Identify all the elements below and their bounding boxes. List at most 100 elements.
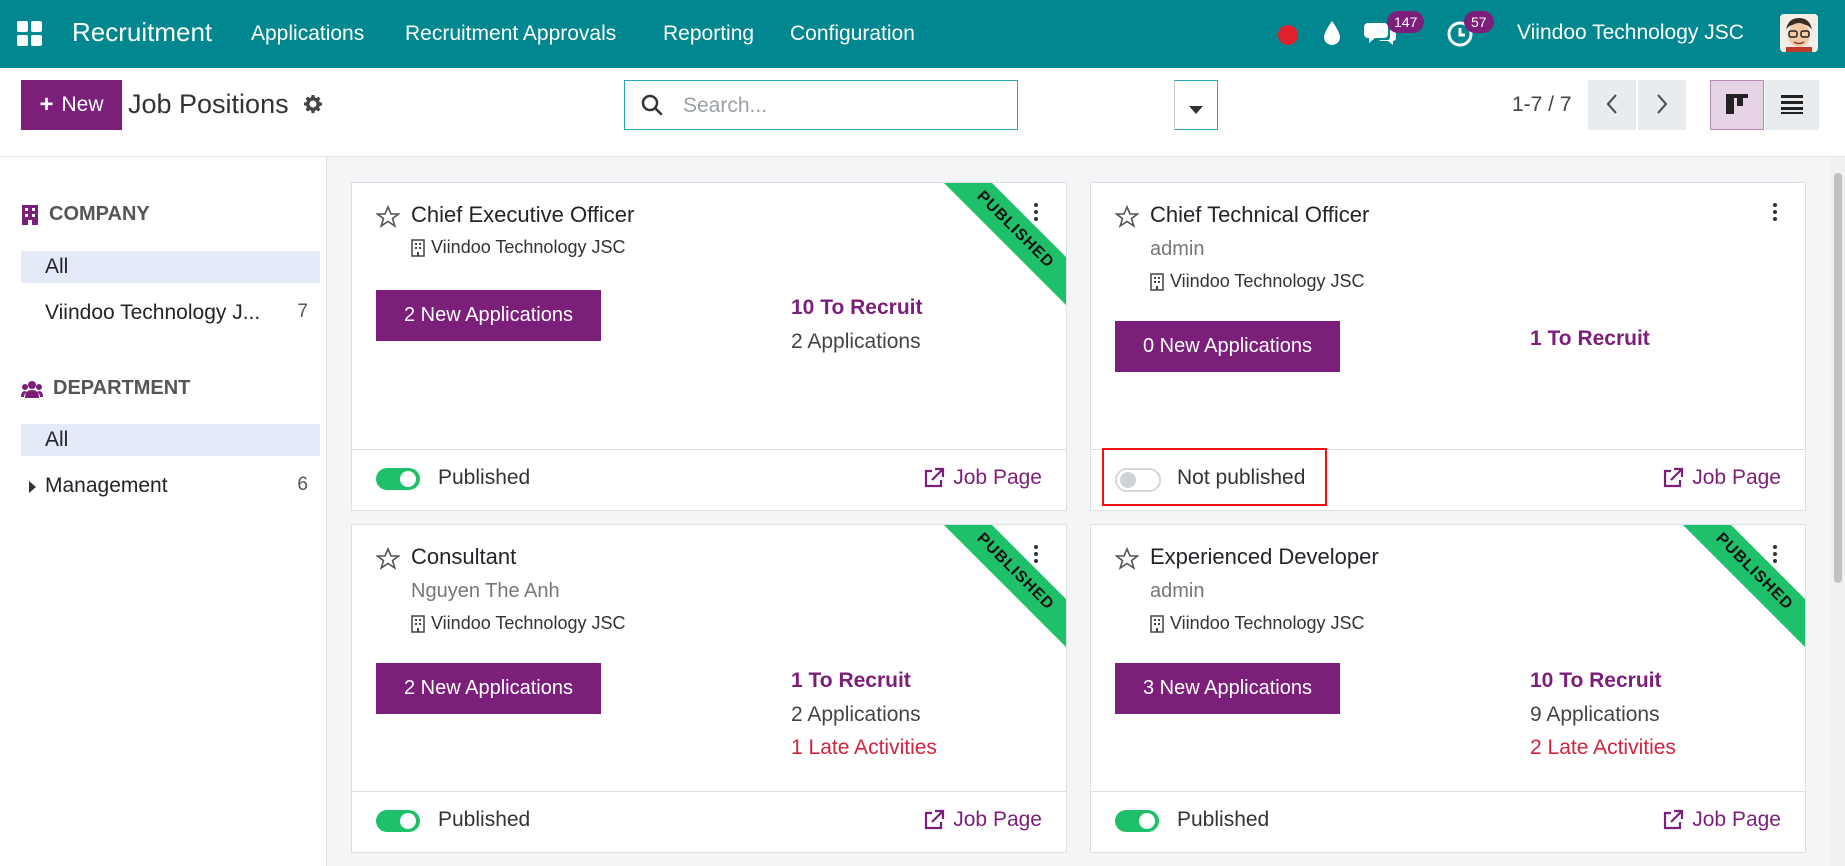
card-footer: Published Job Page xyxy=(352,791,1066,852)
menu-configuration[interactable]: Configuration xyxy=(790,22,915,46)
kanban-view-button[interactable] xyxy=(1710,80,1764,130)
building-icon xyxy=(411,614,425,633)
publish-status-label: Published xyxy=(438,808,531,831)
apps-menu-icon[interactable] xyxy=(17,21,43,47)
star-icon[interactable] xyxy=(1114,204,1140,234)
record-dot-icon[interactable] xyxy=(1277,24,1299,54)
company-filter-heading: COMPANY xyxy=(21,203,150,226)
pager-previous-button[interactable] xyxy=(1588,80,1636,130)
kebab-menu-icon[interactable] xyxy=(1034,203,1040,224)
job-card[interactable]: Chief Technical Officer admin Viindoo Te… xyxy=(1090,182,1806,511)
star-icon[interactable] xyxy=(375,204,401,234)
scrollbar-thumb[interactable] xyxy=(1834,173,1842,583)
company-name: Viindoo Technology JSC xyxy=(1170,613,1365,633)
page-title: Job Positions xyxy=(128,89,289,119)
to-recruit-link[interactable]: 1 To Recruit xyxy=(1530,327,1650,351)
applications-link[interactable]: 2 Applications xyxy=(791,703,921,727)
kanban-view: PUBLISHED Chief Executive Officer Viindo… xyxy=(327,157,1845,866)
department-filter-management[interactable]: Management 6 xyxy=(21,470,320,502)
job-card[interactable]: PUBLISHED Chief Executive Officer Viindo… xyxy=(351,182,1067,511)
new-button-label: New xyxy=(61,93,104,116)
search-options-toggle[interactable] xyxy=(1174,80,1218,130)
external-link-icon xyxy=(1664,467,1684,488)
control-panel: + New Job Positions 1-7 / 7 xyxy=(0,68,1845,157)
filter-count: 6 xyxy=(297,474,308,495)
pager-value[interactable]: 1-7 / 7 xyxy=(1512,93,1572,117)
job-page-link[interactable]: Job Page xyxy=(923,808,1042,832)
company-filter-viindoo[interactable]: Viindoo Technology J... 7 xyxy=(21,297,320,329)
publish-toggle[interactable] xyxy=(1115,810,1159,832)
job-title[interactable]: Consultant xyxy=(411,544,516,570)
new-applications-button[interactable]: 2 New Applications xyxy=(376,290,601,341)
star-icon[interactable] xyxy=(1114,546,1140,576)
new-applications-button[interactable]: 2 New Applications xyxy=(376,663,601,714)
building-icon xyxy=(1150,272,1164,291)
late-activities-link[interactable]: 1 Late Activities xyxy=(791,736,937,760)
kebab-menu-icon[interactable] xyxy=(1773,203,1779,224)
activities-count-badge: 57 xyxy=(1464,11,1494,33)
kebab-menu-icon[interactable] xyxy=(1773,545,1779,566)
department-filter-all[interactable]: All xyxy=(21,424,320,456)
to-recruit-link[interactable]: 10 To Recruit xyxy=(1530,669,1661,693)
applications-link[interactable]: 2 Applications xyxy=(791,330,921,354)
job-page-label: Job Page xyxy=(1692,808,1781,831)
menu-applications[interactable]: Applications xyxy=(251,22,364,46)
job-title[interactable]: Experienced Developer xyxy=(1150,544,1379,570)
water-drop-icon[interactable] xyxy=(1322,20,1342,50)
to-recruit-link[interactable]: 1 To Recruit xyxy=(791,669,911,693)
job-page-label: Job Page xyxy=(1692,466,1781,489)
messages-count-badge: 147 xyxy=(1387,11,1425,33)
card-footer: Published Job Page xyxy=(352,449,1066,510)
card-footer: Published Job Page xyxy=(1091,791,1805,852)
plus-icon: + xyxy=(39,91,54,118)
applications-link[interactable]: 9 Applications xyxy=(1530,703,1660,727)
publish-toggle[interactable] xyxy=(1115,468,1161,492)
star-icon[interactable] xyxy=(375,546,401,576)
company-filter-all[interactable]: All xyxy=(21,251,320,283)
job-page-link[interactable]: Job Page xyxy=(1662,466,1781,490)
caret-right-icon[interactable] xyxy=(29,481,36,493)
publish-toggle[interactable] xyxy=(376,468,420,490)
company-switcher[interactable]: Viindoo Technology JSC xyxy=(1517,21,1744,45)
list-view-button[interactable] xyxy=(1765,80,1819,130)
kanban-view-icon xyxy=(1726,93,1748,114)
menu-reporting[interactable]: Reporting xyxy=(663,22,754,46)
job-title[interactable]: Chief Executive Officer xyxy=(411,202,634,228)
kebab-menu-icon[interactable] xyxy=(1034,545,1040,566)
vertical-scrollbar[interactable] xyxy=(1831,157,1845,866)
user-avatar[interactable] xyxy=(1780,14,1818,52)
building-icon xyxy=(411,238,425,257)
job-company: Viindoo Technology JSC xyxy=(1150,271,1364,292)
to-recruit-link[interactable]: 10 To Recruit xyxy=(791,296,922,320)
recruiter-name: Nguyen The Anh xyxy=(411,580,560,602)
job-card[interactable]: PUBLISHED Experienced Developer admin Vi… xyxy=(1090,524,1806,853)
list-view-icon xyxy=(1781,94,1803,114)
job-page-label: Job Page xyxy=(953,808,1042,831)
new-applications-button[interactable]: 3 New Applications xyxy=(1115,663,1340,714)
search-icon xyxy=(640,93,664,122)
app-name[interactable]: Recruitment xyxy=(72,17,212,48)
card-footer: Not published Job Page xyxy=(1091,448,1805,510)
pager-next-button[interactable] xyxy=(1638,80,1686,130)
top-navbar: Recruitment Applications Recruitment App… xyxy=(0,0,1845,68)
published-ribbon: PUBLISHED xyxy=(1675,525,1805,655)
job-company: Viindoo Technology JSC xyxy=(1150,613,1364,634)
job-page-link[interactable]: Job Page xyxy=(1662,808,1781,832)
filter-count: 7 xyxy=(297,301,308,322)
job-title[interactable]: Chief Technical Officer xyxy=(1150,202,1369,228)
filter-label: Viindoo Technology J... xyxy=(45,301,261,324)
gear-icon[interactable] xyxy=(303,94,323,119)
new-applications-button[interactable]: 0 New Applications xyxy=(1115,321,1340,372)
published-ribbon: PUBLISHED xyxy=(936,183,1066,313)
search-input[interactable] xyxy=(681,91,1005,121)
publish-toggle[interactable] xyxy=(376,810,420,832)
job-card[interactable]: PUBLISHED Consultant Nguyen The Anh Viin… xyxy=(351,524,1067,853)
job-page-link[interactable]: Job Page xyxy=(923,466,1042,490)
publish-status-label: Not published xyxy=(1177,466,1306,489)
company-name: Viindoo Technology JSC xyxy=(431,613,626,633)
late-activities-link[interactable]: 2 Late Activities xyxy=(1530,736,1676,760)
menu-recruitment-approvals[interactable]: Recruitment Approvals xyxy=(405,22,616,46)
filter-label: Management xyxy=(45,474,168,497)
new-button[interactable]: + New xyxy=(21,80,122,130)
external-link-icon xyxy=(925,467,945,488)
